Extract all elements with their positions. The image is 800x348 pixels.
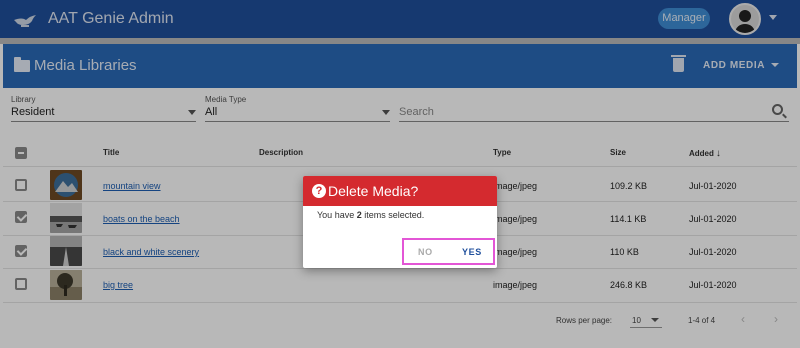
dialog-message-prefix: You have — [317, 210, 357, 220]
modal-backdrop[interactable] — [0, 0, 800, 348]
dialog-actions: NO YES — [402, 238, 495, 265]
help-icon: ? — [312, 184, 326, 198]
yes-button[interactable]: YES — [462, 247, 482, 257]
dialog-message-suffix: items selected. — [361, 210, 425, 220]
no-button[interactable]: NO — [418, 247, 433, 257]
dialog-title: Delete Media? — [328, 183, 419, 199]
delete-media-dialog: ? Delete Media? You have 2 items selecte… — [303, 176, 497, 268]
dialog-header: ? Delete Media? — [303, 176, 497, 206]
dialog-message: You have 2 items selected. — [317, 210, 424, 220]
